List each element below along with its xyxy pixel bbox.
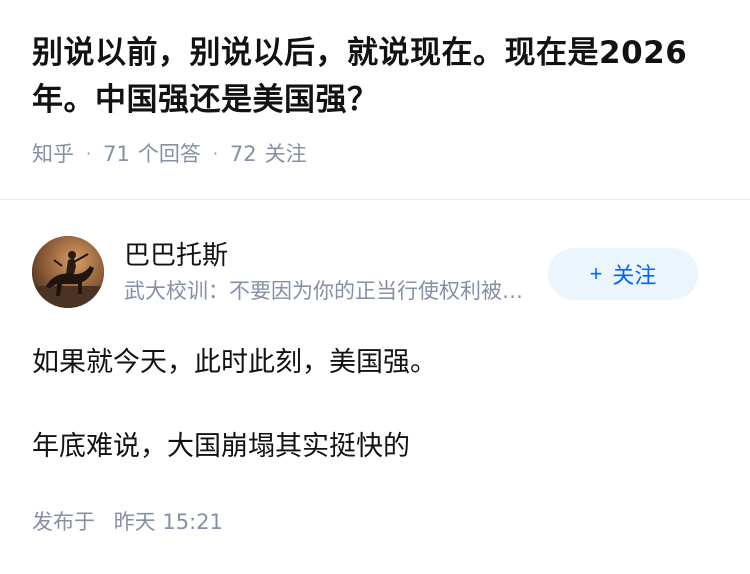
follower-count-label[interactable]: 关注 — [265, 140, 307, 168]
horse-rider-avatar-icon — [32, 236, 104, 308]
answer-count: 71 — [103, 142, 130, 166]
zhihu-answer-page: 别说以前，别说以后，就说现在。现在是2026年。中国强还是美国强？ 知乎 · 7… — [0, 0, 750, 574]
separator-dot: · — [212, 144, 218, 163]
author-name[interactable]: 巴巴托斯 — [124, 239, 536, 273]
avatar[interactable] — [32, 236, 104, 308]
publish-label: 发布于 — [32, 510, 95, 534]
plus-icon: + — [589, 261, 603, 286]
question-header: 别说以前，别说以后，就说现在。现在是2026年。中国强还是美国强？ 知乎 · 7… — [0, 0, 750, 199]
answer-paragraph: 年底难说，大国崩塌其实挺快的 — [32, 431, 410, 462]
answer-paragraph: 如果就今天，此时此刻，美国强。 — [32, 347, 437, 378]
publish-info: 发布于 昨天 15:21 — [32, 508, 718, 536]
question-meta: 知乎 · 71 个回答 · 72 关注 — [32, 140, 718, 168]
answer-count-label[interactable]: 个回答 — [138, 140, 201, 168]
follow-button-label: 关注 — [612, 263, 657, 288]
question-title[interactable]: 别说以前，别说以后，就说现在。现在是2026年。中国强还是美国强？ — [32, 30, 722, 124]
separator-dot: · — [86, 144, 92, 163]
follower-count: 72 — [229, 142, 257, 166]
source-label[interactable]: 知乎 — [32, 140, 74, 168]
author-headline: 武大校训：不要因为你的正当行使权利被质疑而感到羞耻 — [124, 279, 536, 303]
follow-button[interactable]: + 关注 — [548, 248, 698, 300]
answer-card: 巴巴托斯 武大校训：不要因为你的正当行使权利被质疑而感到羞耻 + 关注 如果就今… — [0, 200, 750, 536]
publish-time: 昨天 15:21 — [113, 510, 223, 534]
author-info: 巴巴托斯 武大校训：不要因为你的正当行使权利被质疑而感到羞耻 — [124, 239, 536, 305]
answer-content[interactable]: 如果就今天，此时此刻，美国强。 年底难说，大国崩塌其实挺快的 — [32, 340, 718, 470]
